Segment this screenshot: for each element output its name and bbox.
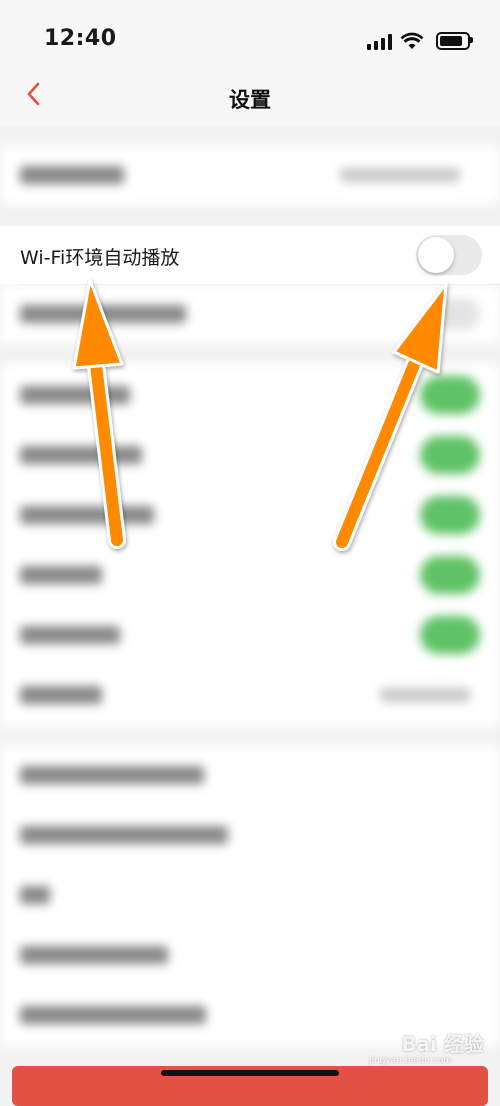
- wifi-autoplay-label: Wi-Fi环境自动播放: [20, 247, 180, 269]
- settings-row-blurred[interactable]: [0, 146, 500, 204]
- wifi-autoplay-toggle[interactable]: [416, 235, 482, 275]
- watermark-logo: Bai 经验: [401, 1032, 484, 1056]
- status-icons: [367, 28, 473, 50]
- settings-group-blurred: [0, 746, 500, 1046]
- watermark-url: jingyan.baidu.com: [368, 1056, 452, 1066]
- settings-row-wifi-autoplay[interactable]: Wi-Fi环境自动播放: [0, 226, 500, 284]
- status-time: 12:40: [44, 26, 117, 51]
- toggle-knob: [418, 237, 454, 273]
- settings-group-blurred: [0, 364, 500, 726]
- nav-bar: 设置: [0, 80, 500, 126]
- status-bar: 12:40: [0, 0, 500, 80]
- page-title: 设置: [229, 88, 271, 112]
- battery-icon: [436, 32, 473, 50]
- settings-row-blurred[interactable]: [0, 285, 500, 343]
- wifi-icon: [400, 32, 424, 49]
- home-indicator: [161, 1070, 339, 1076]
- signal-bars-icon: [367, 34, 392, 50]
